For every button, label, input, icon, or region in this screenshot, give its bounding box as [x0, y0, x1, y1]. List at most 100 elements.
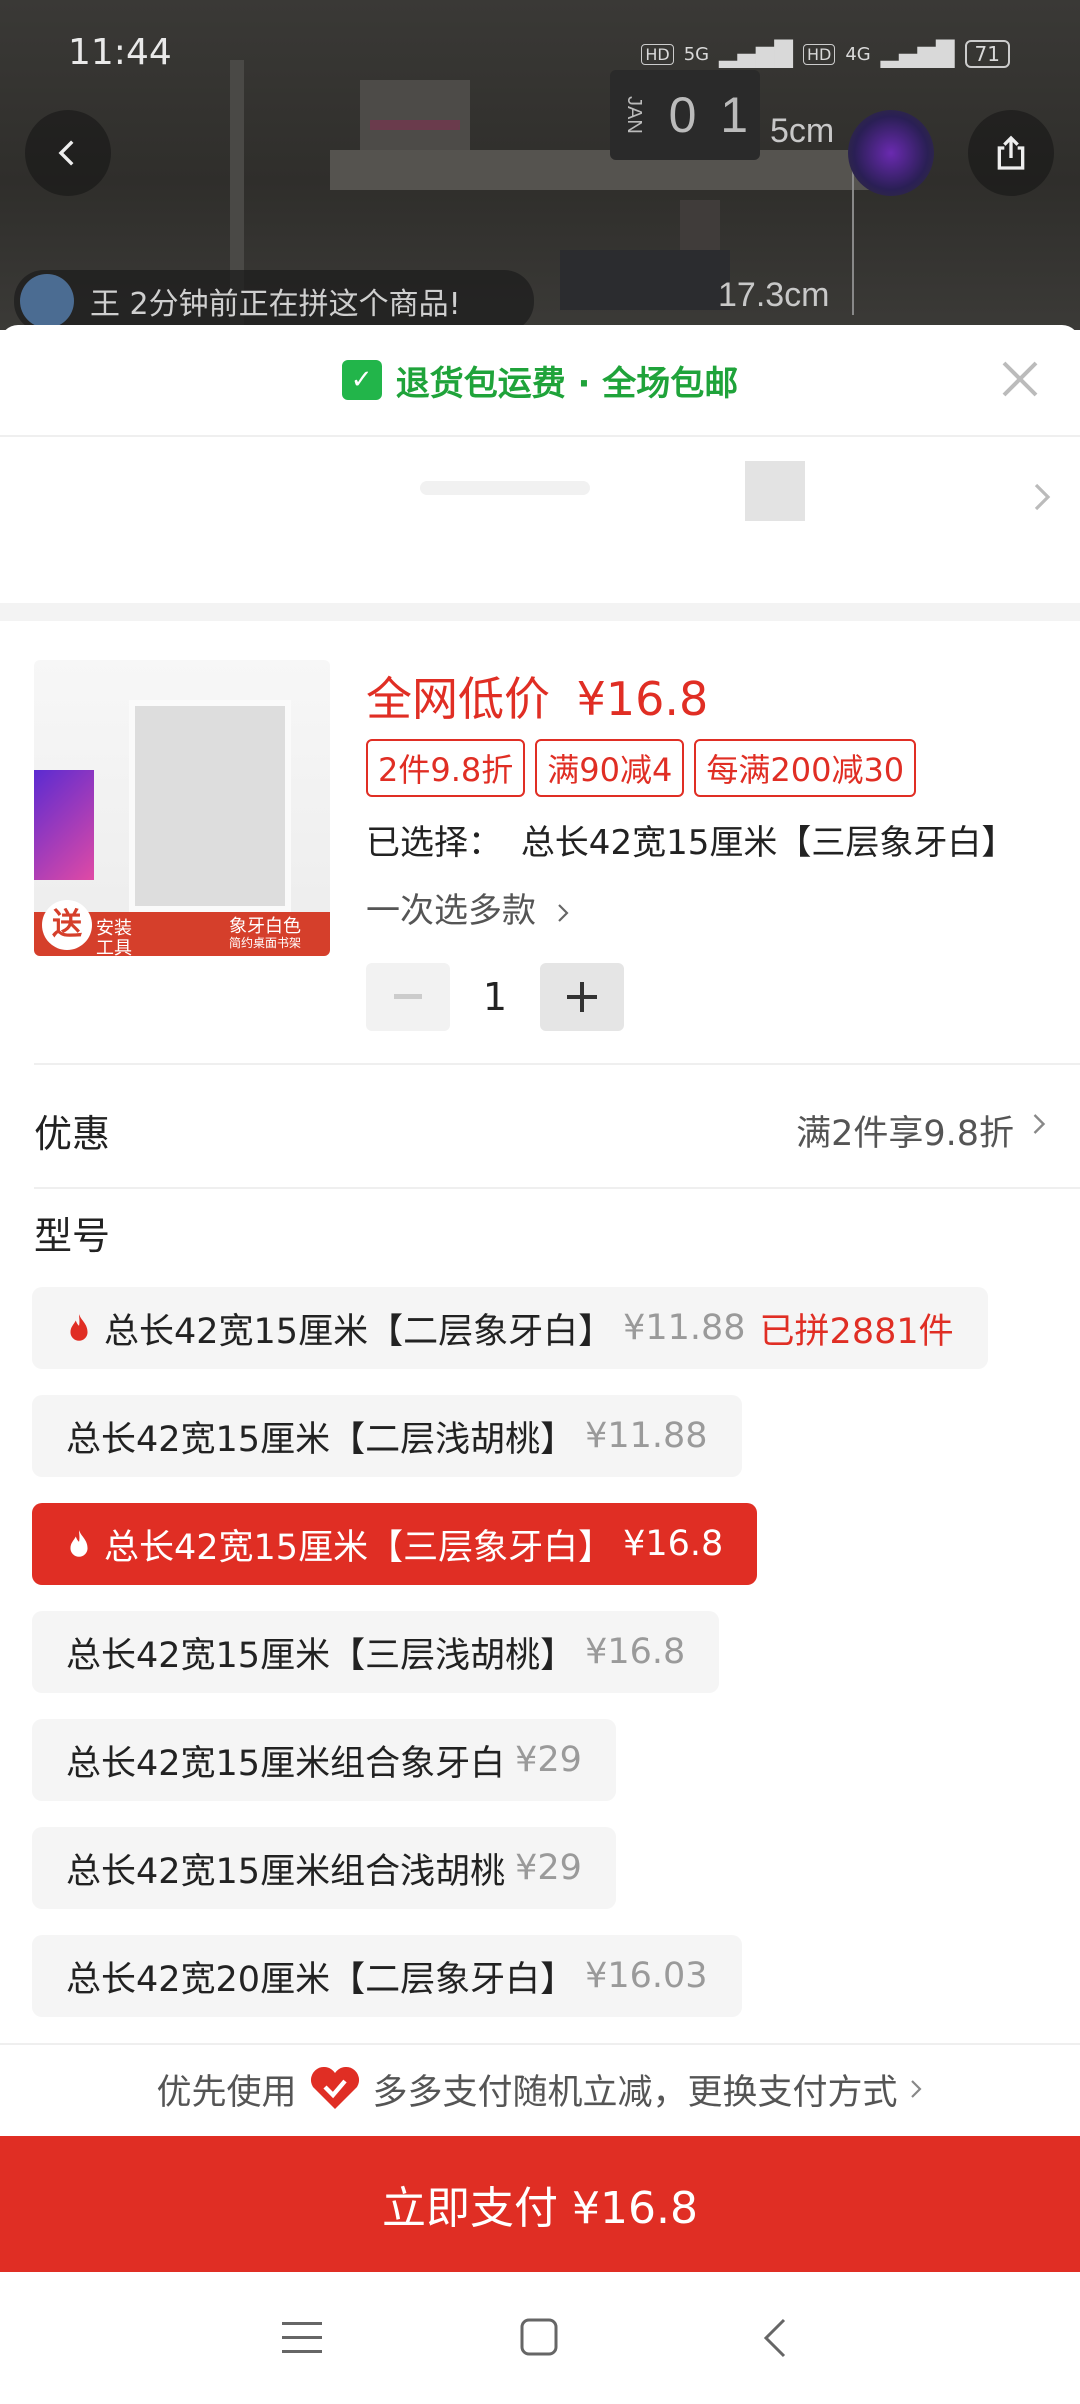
calendar-decoration: JAN 0 1: [610, 70, 760, 160]
model-option[interactable]: 总长42宽15厘米组合象牙白 ¥29: [32, 1719, 616, 1801]
thumb-footer: 送 安装 工具 象牙白色 简约桌面书架: [34, 900, 330, 956]
payment-prefix: 优先使用: [156, 2072, 297, 2113]
payment-text: 多多支付随机立减，更换支付方式: [372, 2072, 898, 2113]
multi-select-link[interactable]: 一次选多款: [366, 883, 571, 932]
discount-label: 优惠: [34, 1112, 111, 1156]
ticker-text: 王 2分钟前正在拼这个商品!: [90, 287, 461, 322]
promo-tag: 每满200减30: [694, 739, 917, 797]
option-name: 总长42宽15厘米组合象牙白: [66, 1743, 506, 1784]
system-nav-bar: [0, 2272, 1080, 2404]
info-row[interactable]: [0, 437, 1080, 567]
model-option[interactable]: 总长42宽15厘米【三层浅胡桃】 ¥16.8: [32, 1611, 720, 1693]
badge-sub: 工具: [96, 938, 132, 956]
promo-tag: 2件9.8折: [366, 739, 526, 797]
discount-value: 满2件享9.8折: [796, 1114, 1014, 1154]
gift-badge: 送: [42, 900, 92, 950]
blurred-placeholder: [420, 481, 590, 495]
status-time: 11:44: [68, 32, 172, 73]
banner-text: 退货包运费 · 全场包邮: [395, 363, 739, 404]
option-name: 总长42宽15厘米【三层象牙白】: [104, 1527, 614, 1568]
selected-line: 已选择： 总长42宽15厘米【三层象牙白】: [366, 815, 1015, 864]
thumb-sub-label: 简约桌面书架: [229, 936, 302, 950]
hd-icon: HD: [641, 43, 674, 65]
dimension-label: 17.3cm: [718, 276, 830, 314]
live-avatar-button[interactable]: [848, 110, 934, 196]
chevron-right-icon: [1033, 1114, 1046, 1134]
quantity-stepper: 1: [366, 963, 624, 1031]
product-thumbnail[interactable]: 送 安装 工具 象牙白色 简约桌面书架: [34, 660, 330, 956]
dimension-label: 5cm: [770, 112, 835, 150]
signal-4g-icon: 4G: [845, 43, 871, 65]
monitor-decoration: [34, 770, 94, 880]
price-value: ¥16.8: [576, 672, 709, 726]
dimension-line: [852, 165, 854, 315]
model-option[interactable]: 总长42宽15厘米组合浅胡桃 ¥29: [32, 1827, 616, 1909]
sku-bottom-sheet: ✓ 退货包运费 · 全场包邮 送 安装 工具 象牙白色 简约桌面书架 全网低价 …: [0, 325, 1080, 2400]
option-name: 总长42宽15厘米【二层浅胡桃】: [66, 1419, 576, 1460]
share-icon: [997, 135, 1025, 170]
chevron-right-icon: [1034, 483, 1051, 511]
plus-icon: [567, 982, 597, 1012]
chevron-right-icon: [910, 2080, 922, 2098]
back-button[interactable]: [25, 110, 111, 196]
calendar-month: JAN: [622, 96, 645, 134]
option-price: ¥16.8: [623, 1524, 724, 1564]
pay-now-button[interactable]: 立即支付 ¥16.8: [0, 2136, 1080, 2272]
price-label: 全网低价: [366, 672, 550, 726]
back-nav-icon[interactable]: [762, 2318, 788, 2358]
option-price: ¥16.8: [585, 1632, 686, 1672]
option-price: ¥16.03: [585, 1956, 708, 1996]
payment-method-row[interactable]: 优先使用 多多支付随机立减，更换支付方式: [0, 2047, 1080, 2131]
check-shield-icon: ✓: [341, 360, 382, 400]
calendar-digit: 1: [720, 87, 749, 143]
multi-select-label: 一次选多款: [366, 891, 536, 931]
option-name: 总长42宽20厘米【二层象牙白】: [66, 1959, 576, 2000]
blurred-thumb: [745, 461, 805, 521]
hd-icon: HD: [802, 43, 836, 65]
product-hero-image: JAN 0 1 5cm 17.3cm 11:44 HD 5G ▂▄▆█ HD 4…: [0, 0, 1080, 330]
promo-tag: 满90减4: [535, 739, 685, 797]
option-price: ¥29: [515, 1740, 582, 1780]
heart-pay-icon: [310, 2067, 359, 2109]
discount-row[interactable]: 优惠 满2件享9.8折: [0, 1065, 1080, 1183]
shipping-banner: ✓ 退货包运费 · 全场包邮: [0, 325, 1080, 435]
option-price: ¥29: [515, 1848, 582, 1888]
promo-tags: 2件9.8折 满90减4 每满200减30: [366, 739, 926, 797]
decrease-button[interactable]: [366, 963, 450, 1031]
home-icon[interactable]: [520, 2318, 558, 2356]
selected-label: 已选择：: [366, 823, 502, 863]
avatar: [20, 274, 74, 328]
back-arrow-icon: [58, 140, 74, 166]
signal-bars-icon: ▂▄▆█: [719, 40, 793, 68]
option-name: 总长42宽15厘米【三层浅胡桃】: [66, 1635, 576, 1676]
model-label: 型号: [34, 1214, 111, 1258]
group-buy-ticker: 王 2分钟前正在拼这个商品!: [14, 270, 534, 330]
close-button[interactable]: [996, 355, 1044, 403]
signal-bars-icon: ▂▄▆█: [880, 40, 955, 68]
model-option[interactable]: 总长42宽15厘米【二层象牙白】 ¥11.88 已拼2881件: [32, 1287, 988, 1369]
increase-button[interactable]: [540, 963, 624, 1031]
flame-icon: [70, 1314, 88, 1341]
battery-level: 71: [974, 42, 1000, 66]
model-option-selected[interactable]: 总长42宽15厘米【三层象牙白】 ¥16.8: [32, 1503, 758, 1585]
status-icons: HD 5G ▂▄▆█ HD 4G ▂▄▆█ 71: [641, 40, 1010, 68]
share-button[interactable]: [968, 110, 1054, 196]
selected-value: 总长42宽15厘米【三层象牙白】: [520, 823, 1016, 863]
shelf-decoration: [129, 700, 291, 912]
menu-icon[interactable]: [282, 2320, 322, 2356]
chevron-right-icon: [558, 903, 569, 922]
option-name: 总长42宽15厘米组合浅胡桃: [66, 1851, 506, 1892]
model-option[interactable]: 总长42宽15厘米【二层浅胡桃】 ¥11.88: [32, 1395, 742, 1477]
option-price: ¥11.88: [623, 1308, 746, 1348]
option-name: 总长42宽15厘米【二层象牙白】: [104, 1311, 614, 1352]
flame-icon: [70, 1530, 88, 1557]
model-option[interactable]: 总长42宽20厘米【二层象牙白】 ¥16.03: [32, 1935, 742, 2017]
signal-5g-icon: 5G: [683, 43, 710, 65]
option-price: ¥11.88: [585, 1416, 708, 1456]
minus-icon: [394, 994, 422, 999]
quantity-value[interactable]: 1: [450, 975, 540, 1019]
close-icon: [1002, 361, 1038, 397]
option-sold-count: 已拼2881件: [759, 1311, 954, 1352]
calendar-digit: 0: [668, 87, 697, 143]
price-line: 全网低价 ¥16.8: [366, 663, 708, 729]
